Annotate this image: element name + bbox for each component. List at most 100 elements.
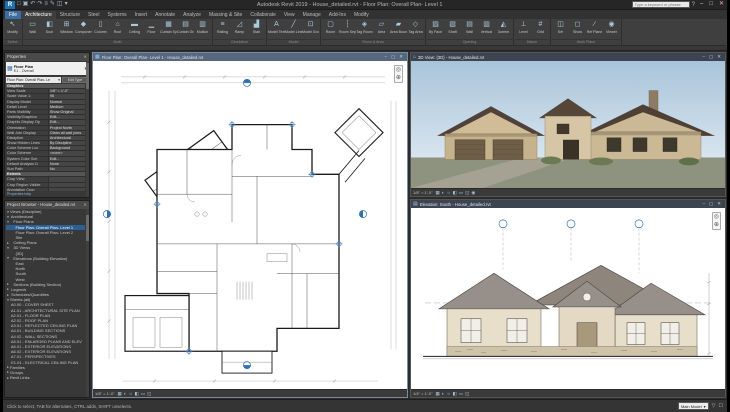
view-control-icon[interactable]: ◐ [442, 391, 445, 397]
ribbon-tool-button[interactable]: ▯ Column [92, 19, 109, 35]
revit-logo-icon[interactable]: R [5, 1, 15, 9]
view-control-icon[interactable]: ◱ [465, 391, 469, 397]
close-icon[interactable]: ✕ [83, 53, 87, 61]
filter-icon[interactable]: ☐ [719, 403, 723, 409]
ribbon-tool-button[interactable]: A Model Text [268, 19, 285, 35]
property-value[interactable]: Background [48, 146, 85, 150]
ribbon-tool-button[interactable]: ▁ Floor [143, 19, 160, 35]
ribbon-tab[interactable]: Systems [103, 11, 130, 19]
ribbon-tool-button[interactable]: ┆ Room Separator [339, 19, 356, 35]
ribbon-tool-button[interactable]: ↖ Modify [4, 19, 21, 35]
ribbon-tool-button[interactable]: ◿ Ramp [231, 19, 248, 35]
ribbon-tool-button[interactable]: ▨ By Face [427, 19, 444, 35]
view-control-icon[interactable]: ◧ [453, 190, 457, 196]
window-control-button[interactable]: ▢ [707, 201, 715, 207]
ribbon-tab[interactable]: Massing & Site [205, 11, 246, 19]
ribbon-tool-button[interactable]: # Grid [532, 19, 549, 35]
ribbon-tab[interactable]: Analyze [179, 11, 205, 19]
ribbon-tool-button[interactable]: ◇ Tag Area [407, 19, 424, 35]
ribbon-tool-button[interactable]: ▤ Wall [461, 19, 478, 35]
qat-icon[interactable]: ≡ [44, 0, 48, 9]
ribbon-tool-button[interactable]: ▧ Shaft [444, 19, 461, 35]
view-control-icon[interactable]: ▭ [459, 391, 463, 397]
qat-icon[interactable]: ✎ [50, 0, 55, 9]
ribbon-tool-button[interactable]: ▢ Room [322, 19, 339, 35]
three-d-canvas[interactable] [411, 61, 725, 188]
steering-wheel-icon[interactable]: ◎ [713, 213, 720, 221]
scrollbar[interactable] [86, 209, 89, 397]
elevation-canvas[interactable]: ◎ ⊕ [411, 208, 725, 389]
property-value[interactable]: Edit... [48, 120, 85, 124]
ribbon-tab[interactable]: View [280, 11, 299, 19]
ribbon-tool-button[interactable]: ◉ Viewer [603, 19, 620, 35]
window-control-button[interactable]: ✕ [715, 201, 723, 207]
property-value[interactable]: Edit... [48, 115, 85, 119]
ribbon-tab[interactable]: Annotate [151, 11, 179, 19]
ribbon-tool-button[interactable]: ▬ Ceiling [126, 19, 143, 35]
ribbon-tool-button[interactable]: ▟ Stair [248, 19, 265, 35]
ribbon-tool-button[interactable]: ≡ Railing [214, 19, 231, 35]
view-scale[interactable]: 1/4" = 1'-0" [413, 391, 433, 396]
filter-icon[interactable]: ▽ [712, 403, 716, 409]
property-value[interactable]: None [48, 162, 85, 166]
view-control-icon[interactable]: ☼ [447, 391, 451, 397]
ribbon-tab[interactable]: Modify [350, 11, 373, 19]
ribbon-tool-button[interactable]: ⌂ Roof [109, 19, 126, 35]
ribbon-tool-button[interactable]: ▱ Area [373, 19, 390, 35]
elevation-window-titlebar[interactable]: ▤ Elevation: South - House_detailed.rvt … [411, 200, 725, 208]
ribbon-tool-button[interactable]: ▥ Vertical [478, 19, 495, 35]
view-control-icon[interactable]: ☼ [129, 391, 133, 397]
ribbon-tool-button[interactable]: ◻ Show [569, 19, 586, 35]
ribbon-tab[interactable]: Architecture [21, 11, 56, 19]
window-control-button[interactable]: ▢ [389, 54, 397, 60]
view-scale[interactable]: 1/8" = 1'-0" [95, 391, 115, 396]
view-control-icon[interactable]: ◐ [124, 391, 127, 397]
property-value[interactable]: By Discipline [48, 141, 85, 145]
view-selector-combo[interactable]: Floor Plan: Overall Plan- Le ▾ [6, 77, 61, 84]
property-value[interactable]: Architectural [48, 136, 85, 140]
floor-plan-canvas[interactable]: ◎ ⊕ [93, 61, 407, 389]
ribbon-tool-button[interactable]: ▤ Curtain Grid [177, 19, 194, 35]
property-value[interactable] [48, 177, 85, 181]
ribbon-tool-button[interactable]: ◫ Set [552, 19, 569, 35]
ribbon-tool-button[interactable]: ╱ Model Line [285, 19, 302, 35]
zoom-icon[interactable]: ⊕ [395, 74, 402, 82]
view-control-icon[interactable]: ◧ [453, 391, 457, 397]
ribbon-tool-button[interactable]: ◆ Component [75, 19, 92, 35]
properties-help-link[interactable]: Properties help [7, 192, 31, 196]
property-value[interactable]: No [48, 167, 85, 171]
ribbon-tool-button[interactable]: ▰ Area Boundary [390, 19, 407, 35]
qat-icon[interactable]: ↶ [30, 0, 35, 9]
ribbon-tool-button[interactable]: ∕ Ref Plane [586, 19, 603, 35]
zoom-icon[interactable]: ⊕ [713, 221, 720, 229]
ribbon-tool-button[interactable]: ◈ Tag Room [356, 19, 373, 35]
browser-item[interactable]: ▸ Revit Links [6, 375, 85, 380]
floor-plan-window-titlebar[interactable]: ▦ Floor Plan: Overall Plan- Level 1 - Ho… [93, 53, 407, 61]
ribbon-tab[interactable]: Add-Ins [325, 11, 350, 19]
property-value[interactable]: Normal [48, 100, 85, 104]
ribbon-tool-button[interactable]: ⊡ Model Group [302, 19, 319, 35]
window-control-button[interactable]: ✕ [715, 54, 723, 60]
close-icon[interactable]: ✕ [83, 201, 87, 209]
window-control-button[interactable]: – [697, 0, 706, 9]
ribbon-tool-button[interactable]: ▥ Mullion [194, 19, 211, 35]
help-icon[interactable]: ? [692, 2, 695, 8]
window-control-button[interactable]: ▢ [707, 54, 715, 60]
type-selector[interactable]: ▦ Floor Plan E1 - Overall ▾ [6, 62, 88, 75]
property-value[interactable]: Edit... [48, 157, 85, 161]
ribbon-tab[interactable]: File [5, 11, 21, 19]
property-value[interactable]: <none> [48, 151, 85, 155]
qat-icon[interactable]: □ [17, 0, 21, 9]
ribbon-tool-button[interactable]: ◧ Door [41, 19, 58, 35]
view-control-icon[interactable]: ◱ [147, 391, 151, 397]
ribbon-tab[interactable]: Collaborate [246, 11, 280, 19]
ribbon-tool-button[interactable]: ⊥ Level [515, 19, 532, 35]
window-control-button[interactable]: ✕ [716, 0, 727, 9]
ribbon-tool-button[interactable]: ⊞ Window [58, 19, 75, 35]
qat-icon[interactable]: ◫ [57, 0, 63, 9]
qat-icon[interactable]: ↷ [37, 0, 42, 9]
view-control-icon[interactable]: ◉ [471, 190, 475, 196]
view-control-icon[interactable]: ▦ [436, 190, 440, 196]
search-input[interactable] [632, 1, 690, 8]
edit-type-button[interactable]: Edit Type [62, 77, 88, 84]
